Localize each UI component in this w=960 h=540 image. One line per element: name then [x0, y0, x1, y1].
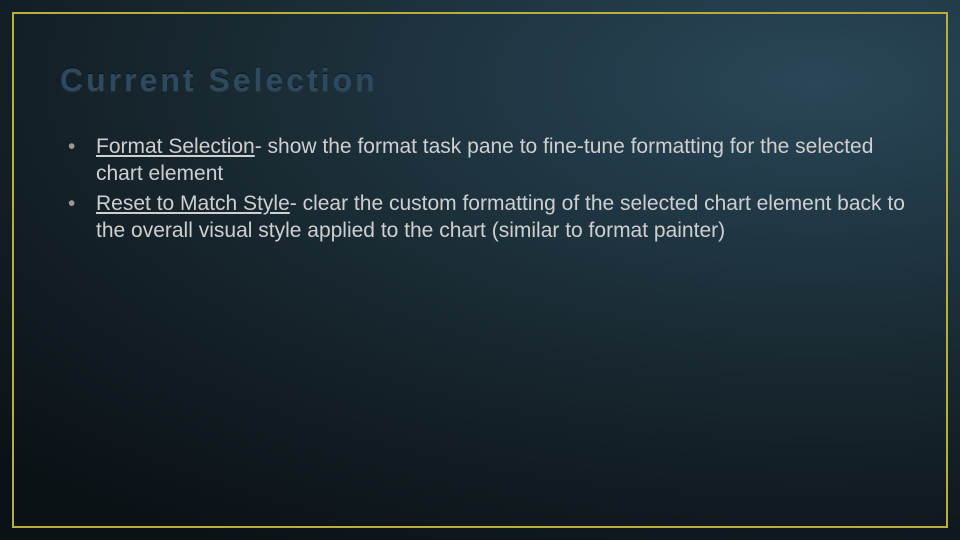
bullet-term: Reset to Match Style	[96, 192, 290, 215]
bullet-term: Format Selection	[96, 135, 255, 158]
slide-title: Current Selection	[60, 62, 906, 99]
list-item: Reset to Match Style- clear the custom f…	[60, 190, 906, 245]
bullet-list: Format Selection- show the format task p…	[60, 133, 906, 244]
slide-frame: Current Selection Format Selection- show…	[12, 12, 948, 528]
list-item: Format Selection- show the format task p…	[60, 133, 906, 188]
